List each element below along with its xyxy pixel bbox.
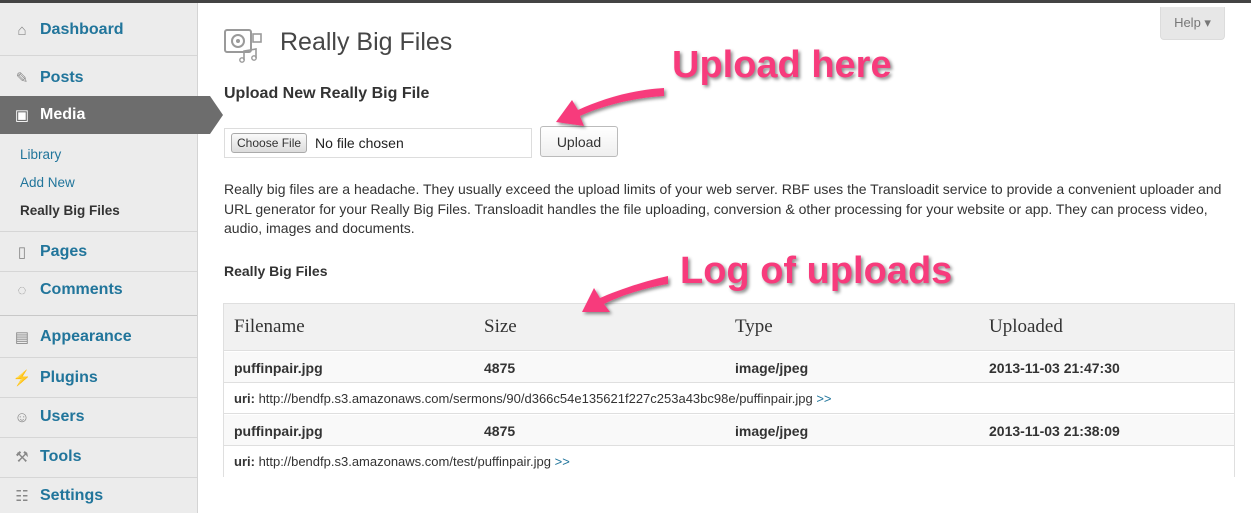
uri-value: http://bendfp.s3.amazonaws.com/test/puff… (258, 454, 552, 469)
table-row-uri: uri: http://bendfp.s3.amazonaws.com/test… (224, 447, 1234, 477)
column-header-type: Type (735, 316, 773, 337)
upload-arrow (556, 88, 664, 126)
tools-icon: ⚒ (15, 449, 29, 466)
plugin-description: Really big files are a headache. They us… (224, 181, 1222, 236)
uri-line: uri: http://bendfp.s3.amazonaws.com/test… (234, 454, 570, 469)
submenu-library[interactable]: Library (20, 147, 61, 162)
uri-more-link[interactable]: >> (816, 391, 831, 406)
cell-filename: puffinpair.jpg (234, 423, 323, 439)
cell-type: image/jpeg (735, 360, 809, 376)
settings-sliders-icon: ☷ (15, 488, 29, 505)
uri-more-link[interactable]: >> (555, 454, 570, 469)
uploads-table: Filename Size Type Uploaded puffinpair.j… (223, 303, 1235, 477)
table-header: Filename Size Type Uploaded (224, 304, 1234, 351)
appearance-icon: ▤ (14, 329, 30, 346)
menu-separator (0, 357, 197, 358)
column-header-uploaded: Uploaded (989, 316, 1063, 337)
menu-comments-label: Comments (40, 281, 123, 298)
menu-tools-label: Tools (40, 448, 82, 465)
menu-users[interactable]: ☺ Users (0, 398, 197, 436)
submenu-really-big-files[interactable]: Really Big Files (20, 203, 120, 218)
column-header-filename: Filename (234, 316, 305, 337)
table-row: puffinpair.jpg 4875 image/jpeg 2013-11-0… (224, 415, 1234, 446)
admin-sidebar: ⌂ Dashboard ✎ Posts ▣ Media Library Add … (0, 3, 223, 515)
menu-posts-label: Posts (40, 69, 84, 86)
menu-separator (0, 315, 197, 316)
submenu-add-new[interactable]: Add New (20, 175, 75, 190)
media-library-icon (224, 29, 262, 63)
menu-comments[interactable]: ◌ Comments (0, 271, 197, 309)
users-icon: ☺ (14, 408, 30, 426)
page-title: Really Big Files (280, 28, 453, 56)
menu-separator (0, 231, 197, 232)
files-heading: Really Big Files (224, 263, 328, 279)
cell-size: 4875 (484, 360, 516, 376)
column-header-size: Size (484, 316, 517, 337)
choose-file-button[interactable]: Choose File (231, 133, 308, 153)
cell-filename: puffinpair.jpg (234, 360, 323, 376)
uri-line: uri: http://bendfp.s3.amazonaws.com/serm… (234, 391, 832, 406)
plugin-plug-icon: ⚡ (12, 370, 32, 387)
menu-appearance[interactable]: ▤ Appearance (0, 318, 197, 356)
menu-media[interactable]: ▣ Media (0, 96, 210, 134)
help-button[interactable]: Help ▾ (1160, 7, 1225, 40)
annotation-log-of-uploads: Log of uploads (680, 250, 953, 292)
upload-heading: Upload New Really Big File (224, 85, 430, 102)
active-menu-pointer (210, 96, 223, 134)
comment-bubble-icon: ◌ (17, 281, 27, 299)
pages-icon: ▯ (17, 244, 27, 261)
cell-uploaded: 2013-11-03 21:38:09 (989, 423, 1120, 439)
uri-value: http://bendfp.s3.amazonaws.com/sermons/9… (258, 391, 813, 406)
menu-settings-label: Settings (40, 487, 104, 504)
menu-posts[interactable]: ✎ Posts (0, 59, 197, 97)
menu-settings[interactable]: ☷ Settings (0, 477, 197, 515)
upload-button[interactable]: Upload (540, 126, 618, 157)
media-icon: ▣ (14, 107, 30, 124)
menu-users-label: Users (40, 408, 85, 425)
menu-media-label: Media (40, 106, 86, 123)
menu-appearance-label: Appearance (40, 328, 132, 345)
menu-pages-label: Pages (40, 243, 88, 260)
menu-dashboard[interactable]: ⌂ Dashboard (0, 11, 197, 49)
menu-dashboard-label: Dashboard (40, 21, 124, 38)
uri-label: uri: (234, 391, 255, 406)
file-input-status: No file chosen (315, 135, 404, 151)
menu-plugins-label: Plugins (40, 369, 98, 386)
cell-type: image/jpeg (735, 423, 809, 439)
menu-separator (0, 55, 197, 56)
annotation-upload-here: Upload here (672, 44, 892, 86)
cell-size: 4875 (484, 423, 516, 439)
menu-pages[interactable]: ▯ Pages (0, 233, 197, 271)
home-icon: ⌂ (17, 21, 27, 39)
table-row: puffinpair.jpg 4875 image/jpeg 2013-11-0… (224, 352, 1234, 383)
table-row-uri: uri: http://bendfp.s3.amazonaws.com/serm… (224, 384, 1234, 414)
cell-uploaded: 2013-11-03 21:47:30 (989, 360, 1120, 376)
file-input[interactable]: Choose File No file chosen (224, 128, 532, 158)
menu-plugins[interactable]: ⚡ Plugins (0, 359, 197, 397)
menu-tools[interactable]: ⚒ Tools (0, 438, 197, 476)
uri-label: uri: (234, 454, 255, 469)
pin-icon: ✎ (15, 70, 29, 87)
